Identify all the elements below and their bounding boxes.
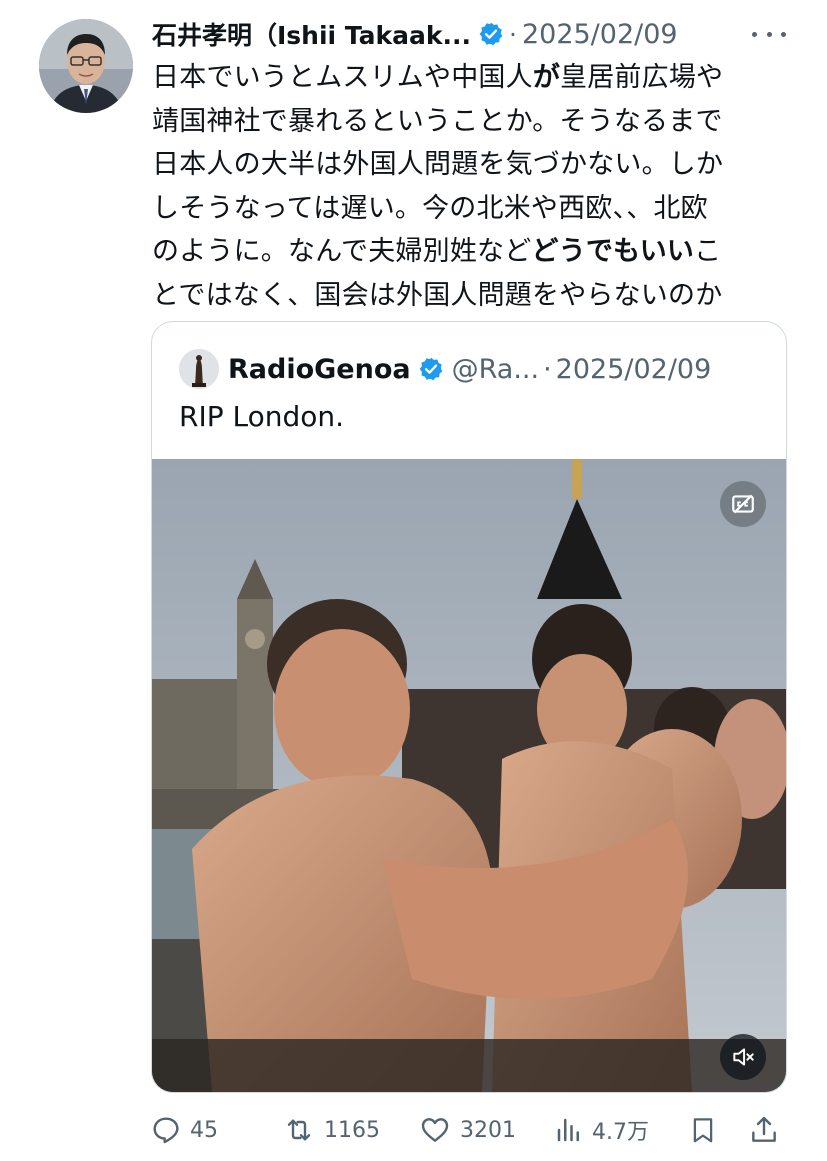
post-text: 日本でいうとムスリムや中国人が皇居前広場や 靖国神社で暴れるということか。そうな… xyxy=(152,56,792,317)
bookmark-icon xyxy=(693,1118,713,1143)
avatar-image xyxy=(39,19,133,113)
captions-off-icon[interactable] xyxy=(720,481,766,527)
post-date[interactable]: 2025/02/09 xyxy=(522,19,678,50)
quoted-author-name[interactable]: RadioGenoa xyxy=(228,354,411,385)
views-chart-icon xyxy=(557,1118,579,1142)
quoted-author-handle[interactable]: @Ra... xyxy=(452,354,539,385)
post-text-line: 靖国神社で暴れるということか。そうなるまで xyxy=(152,105,723,137)
like-button[interactable]: 3201 xyxy=(418,1108,516,1152)
post-text-line: 日本でいうとムスリムや中国人が皇居前広場や xyxy=(152,62,724,93)
verified-badge-icon xyxy=(479,22,503,46)
author-name[interactable]: 石井孝明（Ishii Takaak... xyxy=(152,16,471,52)
post-text-line: のように。なんで夫婦別姓などどうでもいいこ xyxy=(152,236,722,267)
muted-speaker-icon[interactable] xyxy=(720,1034,766,1080)
reply-count: 45 xyxy=(190,1117,218,1143)
statue-icon xyxy=(179,349,219,389)
views-button[interactable]: 4.7万 xyxy=(554,1108,649,1152)
author-avatar[interactable] xyxy=(39,19,133,113)
post-text-line: しそうなっては遅い。今の北米や西欧、、北欧 xyxy=(152,192,708,224)
action-bar: 45 1165 3201 4.7万 xyxy=(150,1108,790,1152)
view-count: 4.7万 xyxy=(592,1120,649,1145)
quoted-header-separator: · xyxy=(543,353,552,385)
quoted-post-date[interactable]: 2025/02/09 xyxy=(556,354,712,385)
video-frame xyxy=(152,459,786,1092)
more-icon[interactable] xyxy=(752,20,786,48)
post-text-line: とではなく、国会は外国人問題をやらないのか xyxy=(152,279,723,311)
reply-icon xyxy=(153,1117,179,1144)
quoted-post-text: RIP London. xyxy=(179,400,345,433)
repost-count: 1165 xyxy=(324,1117,380,1143)
reply-button[interactable]: 45 xyxy=(150,1108,218,1152)
post-text-line: 日本人の大半は外国人問題を気づかない。しか xyxy=(152,149,724,180)
quoted-post-header: RadioGenoa @Ra... · 2025/02/09 xyxy=(179,348,711,390)
repost-button[interactable]: 1165 xyxy=(282,1108,380,1152)
video-player[interactable] xyxy=(152,459,786,1092)
bookmark-button[interactable] xyxy=(688,1108,718,1152)
verified-badge-icon xyxy=(419,357,442,381)
like-count: 3201 xyxy=(460,1117,516,1143)
repost-icon xyxy=(287,1119,311,1141)
share-button[interactable] xyxy=(748,1108,780,1152)
header-separator: · xyxy=(509,19,517,49)
share-icon xyxy=(752,1116,776,1142)
quoted-author-avatar xyxy=(179,349,219,389)
heart-icon xyxy=(421,1118,449,1142)
quoted-post-card[interactable]: RadioGenoa @Ra... · 2025/02/09 RIP Londo… xyxy=(151,321,787,1093)
post-header: 石井孝明（Ishii Takaak... · 2025/02/09 xyxy=(152,12,792,56)
